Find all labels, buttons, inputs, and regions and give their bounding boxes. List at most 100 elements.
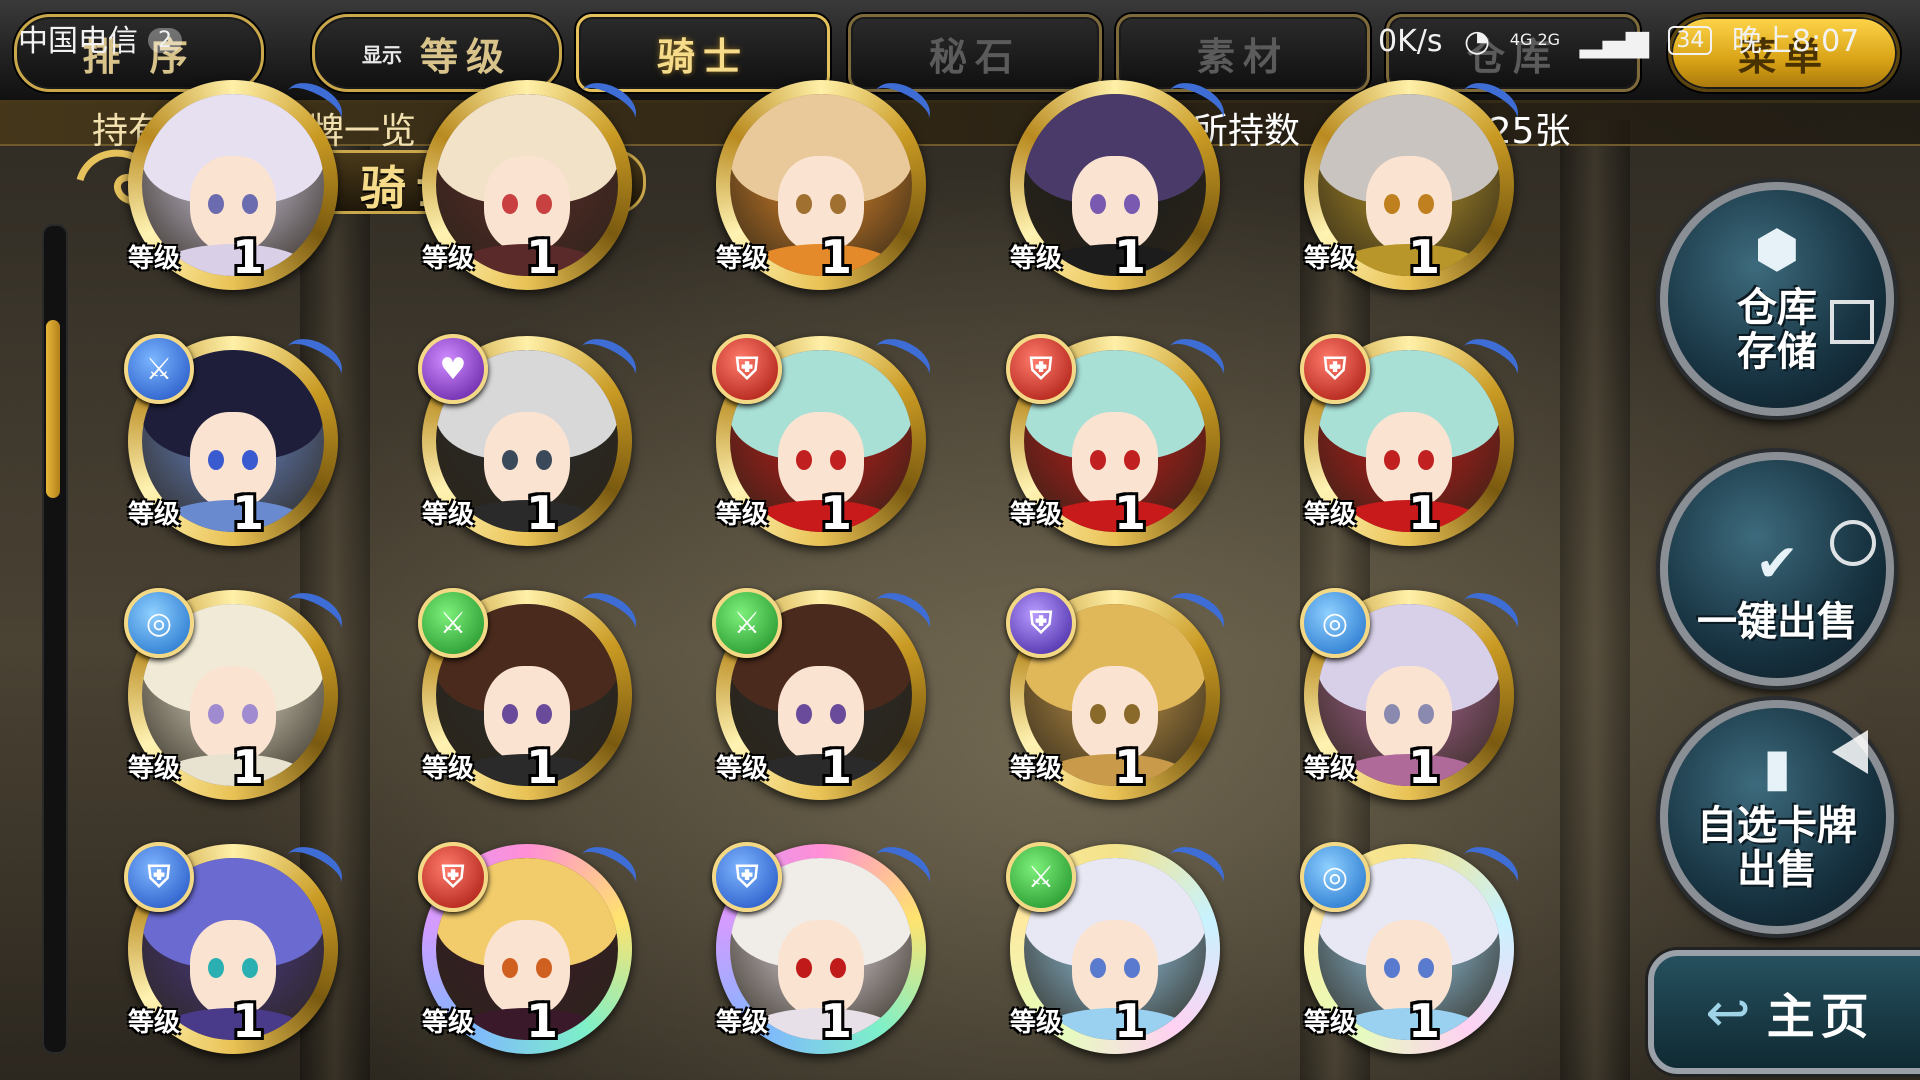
portrait-eye	[536, 194, 552, 214]
check-cards-icon: ✔	[1755, 534, 1799, 594]
spiral-icon: ◎	[124, 588, 194, 658]
portrait-eye	[1418, 450, 1434, 470]
knight-card[interactable]: 等级 1 ⛨	[1006, 584, 1232, 800]
notification-count: 2	[148, 28, 182, 53]
portrait-eye	[502, 194, 518, 214]
portrait-eye	[1384, 450, 1400, 470]
portrait-eye	[796, 958, 812, 978]
card-level-value: 1	[526, 486, 559, 540]
card-level-value: 1	[526, 230, 559, 284]
shield-icon: ⛨	[712, 334, 782, 404]
knight-card[interactable]: 等级 1 ◎	[1300, 838, 1526, 1054]
portrait-eye	[208, 450, 224, 470]
knight-card[interactable]: 等级 1 ⛨	[418, 838, 644, 1054]
portrait-eye	[536, 704, 552, 724]
card-level-label: 等级	[716, 500, 769, 530]
portrait-eye	[830, 450, 846, 470]
recent-apps-icon[interactable]	[1830, 300, 1874, 344]
knight-card[interactable]: 等级 1 ⛨	[712, 330, 938, 546]
portrait-eye	[208, 704, 224, 724]
portrait-eye	[536, 958, 552, 978]
card-level-label: 等级	[422, 754, 475, 784]
card-level-value: 1	[232, 230, 265, 284]
heart-icon: ♥	[418, 334, 488, 404]
portrait-eye	[242, 194, 258, 214]
spiral-icon: ◎	[1300, 842, 1370, 912]
portrait-eye	[1418, 194, 1434, 214]
network-speed: 0K/s	[1378, 24, 1443, 59]
portrait-eye	[242, 450, 258, 470]
knight-card[interactable]: 等级 1	[1010, 74, 1232, 290]
slash-icon: ⚔	[124, 334, 194, 404]
portrait-eye	[1124, 704, 1140, 724]
card-level-label: 等级	[128, 1008, 181, 1038]
knight-card[interactable]: 等级 1 ⛨	[1006, 330, 1232, 546]
status-bar: 中国电信 2 0K/s ◔ 4G 2G ▂▄▆ 34 晚上8:07	[0, 8, 1920, 59]
card-level-label: 等级	[422, 244, 475, 274]
knight-card[interactable]: 等级 1 ⛨	[124, 838, 350, 1054]
card-level-label: 等级	[422, 500, 475, 530]
home-button[interactable]: ↩ 主页	[1648, 950, 1920, 1074]
warehouse-store-label: 仓库 存储	[1737, 284, 1817, 375]
portrait-eye	[242, 958, 258, 978]
box-icon: ⬢	[1754, 220, 1800, 280]
portrait-eye	[502, 958, 518, 978]
portrait-eye	[830, 958, 846, 978]
back-nav-icon[interactable]	[1832, 730, 1868, 774]
knight-card[interactable]: 等级 1 ⚔	[418, 584, 644, 800]
portrait-eye	[1418, 958, 1434, 978]
portrait-eye	[796, 194, 812, 214]
knight-card[interactable]: 等级 1 ◎	[124, 584, 350, 800]
portrait-eye	[502, 450, 518, 470]
portrait-eye	[1384, 704, 1400, 724]
carrier-label: 中国电信	[18, 24, 138, 59]
shield-purple-icon: ⛨	[1006, 588, 1076, 658]
card-level-value: 1	[820, 486, 853, 540]
knight-card[interactable]: 等级 1 ♥	[418, 330, 644, 546]
card-level-value: 1	[820, 230, 853, 284]
knight-card[interactable]: 等级 1	[422, 74, 644, 290]
portrait-eye	[796, 450, 812, 470]
card-level-label: 等级	[1304, 754, 1357, 784]
portrait-eye	[502, 704, 518, 724]
portrait-eye	[1384, 194, 1400, 214]
knight-card[interactable]: 等级 1 ⚔	[124, 330, 350, 546]
card-level-label: 等级	[1304, 500, 1357, 530]
home-nav-icon[interactable]	[1830, 520, 1876, 566]
spiral-icon: ◎	[1300, 588, 1370, 658]
card-level-label: 等级	[716, 244, 769, 274]
portrait-eye	[536, 450, 552, 470]
shield-icon: ⛨	[418, 842, 488, 912]
knight-card[interactable]: 等级 1 ⚔	[712, 584, 938, 800]
portrait-eye	[830, 704, 846, 724]
custom-sell-label: 自选卡牌 出售	[1697, 802, 1857, 893]
card-level-label: 等级	[1304, 244, 1357, 274]
card-level-value: 1	[820, 994, 853, 1048]
knight-card[interactable]: 等级 1 ◎	[1300, 584, 1526, 800]
card-level-value: 1	[1114, 230, 1147, 284]
home-label: 主页	[1766, 989, 1875, 1045]
card-icon: ▮	[1762, 738, 1792, 798]
warehouse-store-button[interactable]: ⬢ 仓库 存储	[1660, 182, 1894, 416]
card-level-value: 1	[820, 740, 853, 794]
portrait-eye	[1090, 450, 1106, 470]
portrait-eye	[208, 194, 224, 214]
one-click-sell-button[interactable]: ✔ 一键出售	[1660, 452, 1894, 686]
portrait-eye	[1418, 704, 1434, 724]
card-level-label: 等级	[716, 754, 769, 784]
knight-card[interactable]: 等级 1 ⛨	[1300, 330, 1526, 546]
scrollbar-thumb[interactable]	[46, 320, 60, 498]
card-level-value: 1	[1408, 486, 1441, 540]
portrait-eye	[1090, 958, 1106, 978]
card-level-value: 1	[1114, 994, 1147, 1048]
shield-icon: ⛨	[1006, 334, 1076, 404]
card-level-label: 等级	[1010, 1008, 1063, 1038]
shield-blue-icon: ⛨	[712, 842, 782, 912]
knight-card[interactable]: 等级 1 ⛨	[712, 838, 938, 1054]
knight-card[interactable]: 等级 1	[716, 74, 938, 290]
knight-card[interactable]: 等级 1	[1304, 74, 1526, 290]
card-level-label: 等级	[128, 754, 181, 784]
card-level-label: 等级	[128, 244, 181, 274]
knight-card[interactable]: 等级 1	[128, 74, 350, 290]
knight-card[interactable]: 等级 1 ⚔	[1006, 838, 1232, 1054]
